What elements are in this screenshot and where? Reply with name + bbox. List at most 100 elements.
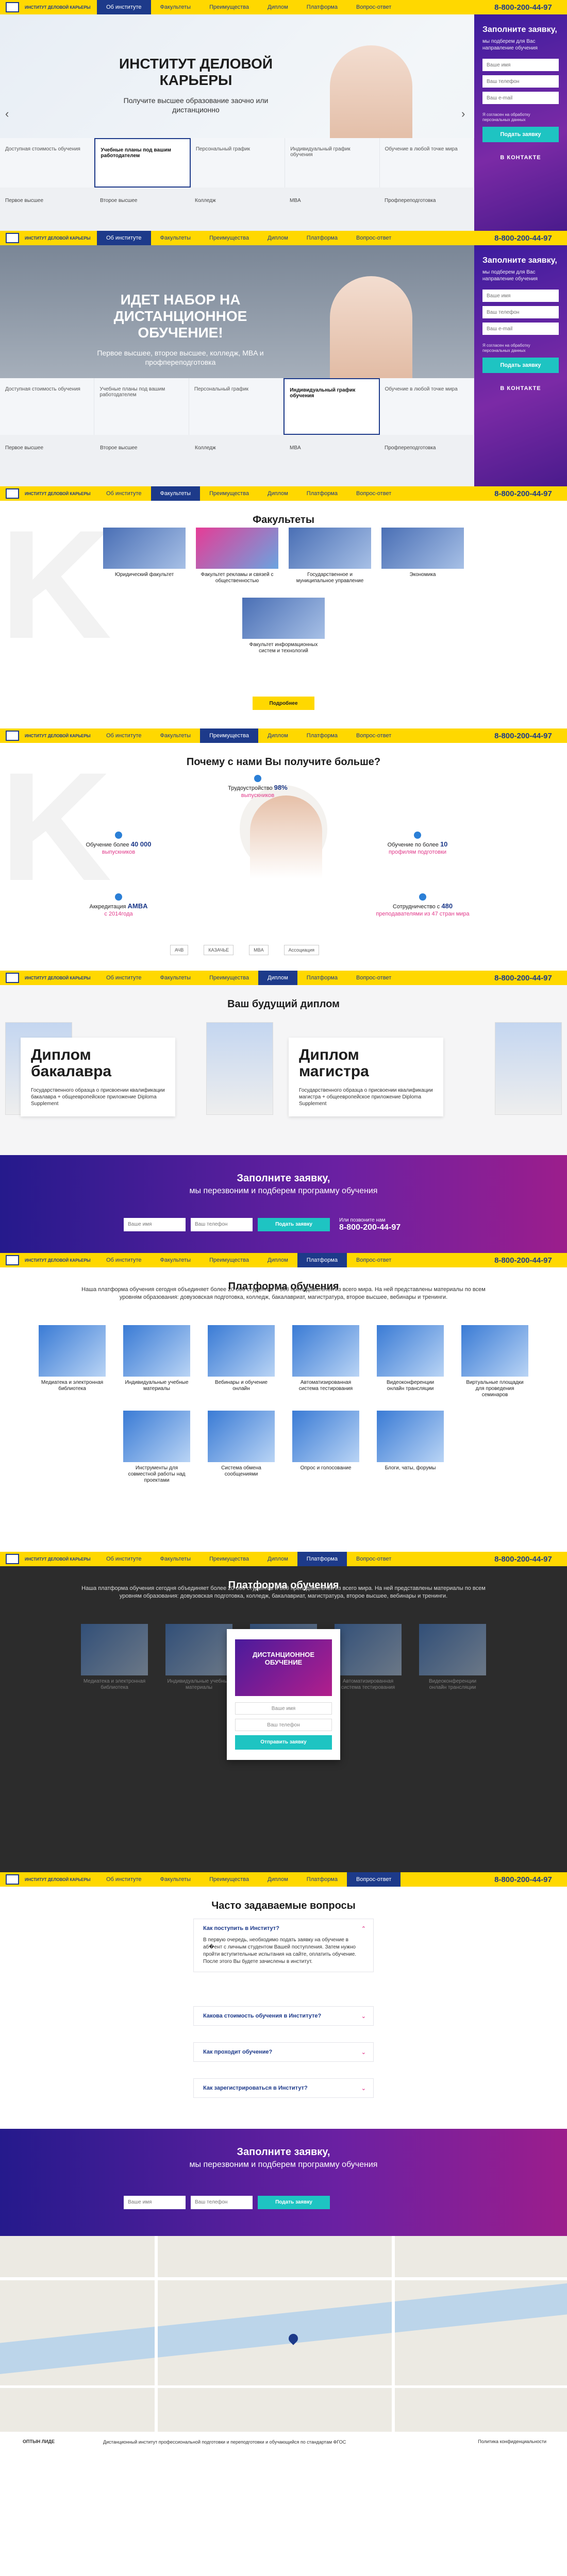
platform-card[interactable]: Индивидуальные учебные материалы (123, 1325, 190, 1401)
faculty-item[interactable]: Второе высшее (95, 188, 190, 231)
email-input[interactable] (482, 92, 559, 104)
nav-item[interactable]: Факультеты (151, 1253, 201, 1267)
nav-item[interactable]: Диплом (258, 231, 297, 245)
email-input[interactable] (482, 323, 559, 335)
phone-input[interactable] (482, 306, 559, 318)
nav-item[interactable]: Факультеты (151, 231, 201, 245)
name-input[interactable]: Ваше имя (124, 1218, 186, 1231)
faculty-card[interactable]: Государственное и муниципальное управлен… (289, 528, 371, 587)
nav-item[interactable]: Вопрос-ответ (347, 231, 401, 245)
phone-number[interactable]: 8-800-200-44-97 (479, 234, 567, 243)
submit-button[interactable]: Подать заявку (482, 358, 559, 373)
name-input[interactable] (482, 59, 559, 71)
nav-item[interactable]: Об институте (97, 231, 151, 245)
nav-item[interactable]: Преимущества (200, 231, 258, 245)
phone-number[interactable]: 8-800-200-44-97 (479, 1875, 567, 1884)
feature-item[interactable]: Индивидуальный график обучения (285, 138, 380, 188)
nav-item[interactable]: Платформа (297, 231, 347, 245)
faq-item[interactable]: Как зарегистрироваться в Институт? ⌄ (193, 2078, 374, 2098)
logo-icon[interactable] (0, 231, 25, 245)
nav-item[interactable]: Диплом (258, 1872, 297, 1887)
nav-item[interactable]: Факультеты (151, 728, 201, 743)
faculty-item[interactable]: Колледж (190, 435, 285, 486)
nav-item[interactable]: Вопрос-ответ (347, 486, 401, 501)
footer-brand[interactable]: ОПТЫН ЛИДЕ (23, 2439, 55, 2444)
vk-link[interactable]: В КОНТАКТЕ (482, 385, 559, 392)
phone-input[interactable]: Ваш телефон (191, 1218, 253, 1231)
nav-item[interactable]: Вопрос-ответ (347, 1253, 401, 1267)
submit-button[interactable]: Подать заявку (258, 2196, 330, 2209)
faculty-item[interactable]: Второе высшее (95, 435, 190, 486)
nav-item[interactable]: Платформа (297, 486, 347, 501)
feature-item[interactable]: Учебные планы под вашим работодателем (94, 378, 189, 435)
nav-item[interactable]: Факультеты (151, 971, 201, 985)
faq-item[interactable]: Как проходит обучение? ⌄ (193, 2042, 374, 2062)
nav-item[interactable]: Вопрос-ответ (347, 1552, 401, 1566)
nav-item[interactable]: Преимущества (200, 971, 258, 985)
nav-item[interactable]: Об институте (97, 1872, 151, 1887)
faculty-item[interactable]: MBA (285, 435, 379, 486)
logo-icon[interactable] (0, 0, 25, 14)
nav-item[interactable]: Диплом (258, 486, 297, 501)
nav-item[interactable]: Диплом (258, 1552, 297, 1566)
feature-item[interactable]: Персональный график (191, 138, 286, 188)
nav-item[interactable]: Преимущества (200, 728, 258, 743)
feature-item[interactable]: Учебные планы под вашим работодателем (94, 138, 191, 188)
arrow-right-icon[interactable]: › (461, 107, 465, 121)
name-input[interactable]: Ваше имя (124, 2196, 186, 2209)
nav-item[interactable]: Факультеты (151, 486, 201, 501)
platform-card[interactable]: Инструменты для совместной работы над пр… (123, 1411, 190, 1487)
nav-item[interactable]: Об институте (97, 1552, 151, 1566)
arrow-left-icon[interactable]: ‹ (5, 107, 9, 121)
faculty-item[interactable]: Профпереподготовка (379, 188, 474, 231)
logo-icon[interactable] (0, 1253, 25, 1267)
logo-icon[interactable] (0, 1872, 25, 1887)
map-section[interactable] (0, 2236, 567, 2432)
phone-input[interactable] (482, 75, 559, 88)
vk-link[interactable]: В КОНТАКТЕ (482, 155, 559, 161)
nav-item[interactable]: Об институте (97, 0, 151, 14)
platform-card[interactable]: Виртуальные площадки для проведения семи… (461, 1325, 528, 1401)
nav-item[interactable]: Вопрос-ответ (347, 728, 401, 743)
call-phone[interactable]: 8-800-200-44-97 (339, 1223, 401, 1232)
phone-number[interactable]: 8-800-200-44-97 (479, 1256, 567, 1265)
faculty-item[interactable]: Первое высшее (0, 435, 95, 486)
nav-item[interactable]: Диплом (258, 728, 297, 743)
nav-item[interactable]: Факультеты (151, 0, 201, 14)
nav-item[interactable]: Преимущества (200, 0, 258, 14)
nav-item[interactable]: Платформа (297, 1552, 347, 1566)
modal-name-input[interactable]: Ваше имя (235, 1702, 332, 1715)
nav-item[interactable]: Платформа (297, 728, 347, 743)
nav-item[interactable]: Платформа (297, 1253, 347, 1267)
phone-number[interactable]: 8-800-200-44-97 (479, 732, 567, 740)
platform-card[interactable]: Видеоконференции онлайн трансляции (377, 1325, 444, 1401)
nav-item[interactable]: Вопрос-ответ (347, 971, 401, 985)
faculty-item[interactable]: Колледж (190, 188, 285, 231)
nav-item[interactable]: Вопрос-ответ (347, 1872, 401, 1887)
nav-item[interactable]: Диплом (258, 1253, 297, 1267)
faculty-card[interactable]: Факультет рекламы и связей с общественно… (196, 528, 278, 587)
faculty-card[interactable]: Юридический факультет (103, 528, 186, 587)
logo-icon[interactable] (0, 1552, 25, 1566)
feature-item[interactable]: Доступная стоимость обучения (0, 138, 95, 188)
feature-item[interactable]: Персональный график (189, 378, 284, 435)
submit-button[interactable]: Подать заявку (258, 1218, 330, 1231)
phone-number[interactable]: 8-800-200-44-97 (479, 974, 567, 982)
nav-item[interactable]: Преимущества (200, 1872, 258, 1887)
phone-number[interactable]: 8-800-200-44-97 (479, 1555, 567, 1564)
nav-item[interactable]: Диплом (258, 0, 297, 14)
phone-number[interactable]: 8-800-200-44-97 (479, 489, 567, 498)
faculty-card[interactable]: Экономика (381, 528, 464, 587)
nav-item[interactable]: Платформа (297, 971, 347, 985)
nav-item[interactable]: Преимущества (200, 1552, 258, 1566)
name-input[interactable] (482, 290, 559, 302)
faculty-item[interactable]: MBA (285, 188, 379, 231)
more-button[interactable]: Подробнее (253, 697, 314, 710)
nav-item[interactable]: Об институте (97, 1253, 151, 1267)
feature-item[interactable]: Обучение в любой точке мира (380, 378, 475, 435)
feature-item[interactable]: Доступная стоимость обучения (0, 378, 95, 435)
nav-item[interactable]: Платформа (297, 1872, 347, 1887)
platform-card[interactable]: Медиатека и электронная библиотека (39, 1325, 106, 1401)
platform-card[interactable]: Блоги, чаты, форумы (377, 1411, 444, 1487)
logo-icon[interactable] (0, 971, 25, 985)
